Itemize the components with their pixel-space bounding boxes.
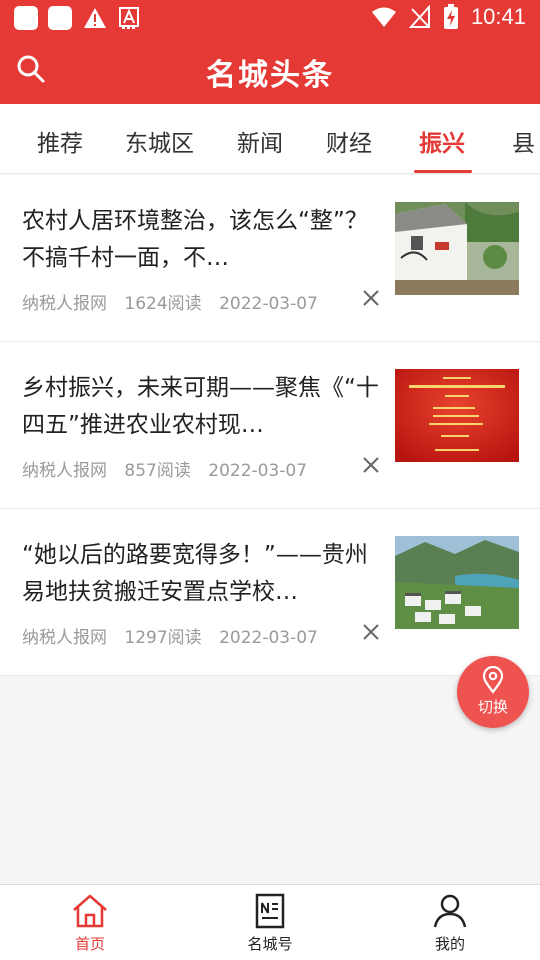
news-meta: 纳税人报网 1297阅读 2022-03-07 (22, 623, 330, 648)
news-read-count: 1297阅读 (124, 628, 202, 648)
news-title: “她以后的路要宽得多！”——贵州易地扶贫搬迁安置点学校… (22, 542, 368, 605)
location-pin-icon (482, 666, 504, 694)
nav-mingcheng[interactable]: 名城号 (210, 893, 330, 954)
news-feed: 农村人居环境整治，该怎么“整”？ 不搞千村一面，不… 纳税人报网 1624阅读 … (0, 175, 540, 676)
news-date: 2022-03-07 (219, 628, 318, 648)
news-title: 农村人居环境整治，该怎么“整”？ 不搞千村一面，不… (22, 208, 368, 271)
news-read-count: 1624阅读 (124, 294, 202, 314)
news-meta: 纳税人报网 857阅读 2022-03-07 (22, 456, 319, 481)
notification-icon (48, 6, 72, 30)
news-source: 纳税人报网 (22, 628, 107, 648)
news-read-count: 857阅读 (124, 461, 191, 481)
nav-home[interactable]: 首页 (30, 893, 150, 954)
tab-county[interactable]: 县 (512, 124, 535, 158)
news-item[interactable]: “她以后的路要宽得多！”——贵州易地扶贫搬迁安置点学校… 纳税人报网 1297阅… (0, 509, 540, 676)
notification-icon (14, 6, 38, 30)
close-icon[interactable] (360, 621, 382, 643)
app-header: 名城头条 (0, 36, 540, 104)
no-signal-icon (408, 5, 430, 28)
wifi-icon (371, 7, 396, 27)
tab-news[interactable]: 新闻 (237, 124, 283, 158)
news-item[interactable]: 农村人居环境整治，该怎么“整”？ 不搞千村一面，不… 纳税人报网 1624阅读 … (0, 175, 540, 342)
home-icon (73, 894, 107, 928)
news-thumbnail (395, 536, 519, 629)
category-tabs: 推荐 东城区 新闻 财经 振兴 县 (0, 104, 540, 174)
app-title: 名城头条 (206, 58, 334, 93)
news-thumbnail (395, 202, 519, 295)
nav-profile[interactable]: 我的 (390, 893, 510, 954)
news-date: 2022-03-07 (208, 461, 308, 481)
status-bar: 10:41 (0, 0, 540, 36)
warning-icon (82, 6, 108, 30)
tab-revitalization[interactable]: 振兴 (419, 124, 465, 158)
tab-recommend[interactable]: 推荐 (37, 124, 83, 158)
tab-dongcheng[interactable]: 东城区 (125, 124, 194, 158)
app-notification-icon (118, 6, 140, 30)
active-tab-indicator (414, 170, 472, 173)
switch-label: 切换 (477, 698, 508, 716)
switch-location-button[interactable]: 切换 (457, 656, 529, 728)
status-time: 10:41 (470, 4, 526, 29)
battery-charging-icon (443, 4, 458, 29)
news-source: 纳税人报网 (22, 461, 107, 481)
user-icon (433, 894, 467, 928)
news-date: 2022-03-07 (219, 294, 318, 314)
close-icon[interactable] (360, 454, 382, 476)
nav-home-label: 首页 (74, 935, 105, 953)
document-icon (255, 893, 285, 929)
news-title: 乡村振兴，未来可期——聚焦《“十四五”推进农业农村现… (22, 375, 379, 438)
news-thumbnail (395, 369, 519, 462)
tab-finance[interactable]: 财经 (326, 124, 372, 158)
news-item[interactable]: 乡村振兴，未来可期——聚焦《“十四五”推进农业农村现… 纳税人报网 857阅读 … (0, 342, 540, 509)
nav-profile-label: 我的 (434, 935, 465, 953)
nav-mingcheng-label: 名城号 (247, 935, 293, 953)
bottom-navigation: 首页 名城号 我的 (0, 884, 540, 960)
news-source: 纳税人报网 (22, 294, 107, 314)
close-icon[interactable] (360, 287, 382, 309)
news-meta: 纳税人报网 1624阅读 2022-03-07 (22, 289, 330, 314)
